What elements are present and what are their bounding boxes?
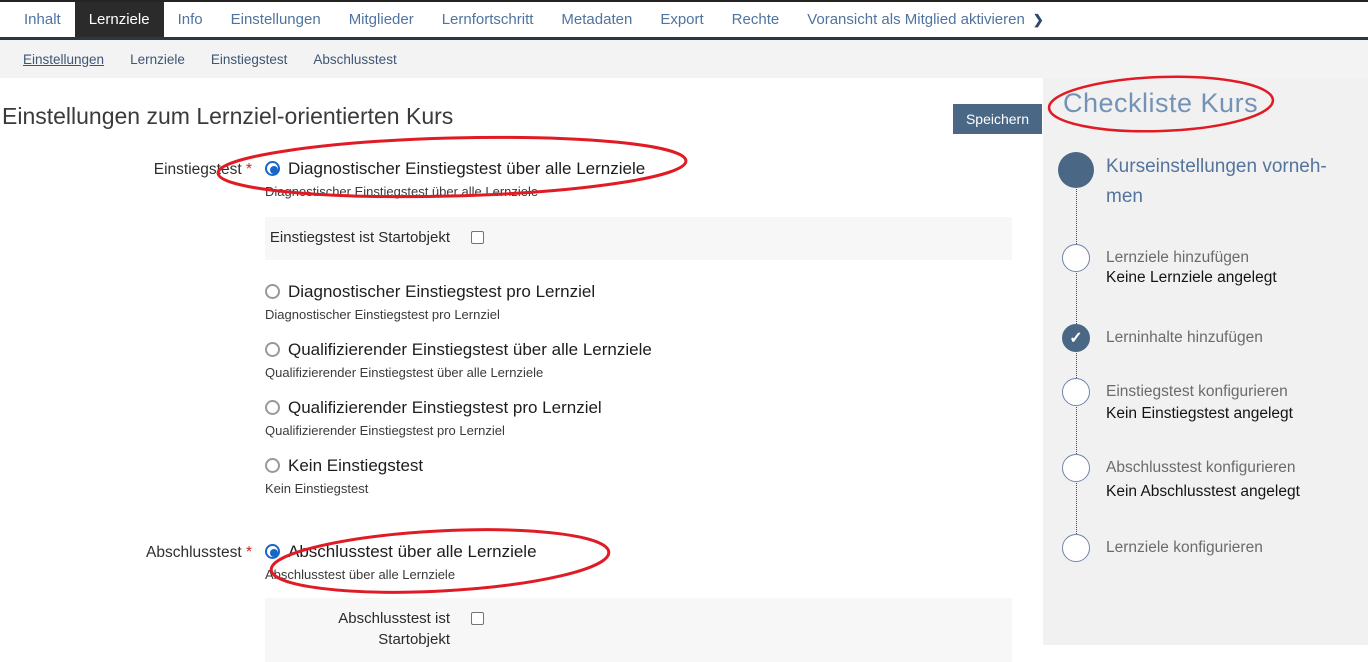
option-label[interactable]: Qualifizierender Einstiegstest pro Lernz… [288,398,602,418]
tab-rechte[interactable]: Rechte [718,2,794,37]
tab-mitglieder[interactable]: Mitglieder [335,2,428,37]
radio-option-head[interactable]: Diagnostischer Einstiegstest über alle L… [265,159,1043,179]
checklist-sidebar: Checkliste Kurs Kurseinstellungen vorneh… [1043,78,1368,645]
step-filled-circle-icon [1058,152,1094,188]
step-empty-circle-icon [1062,454,1090,482]
abschlusstest-label-text: Abschlusstest [146,544,242,561]
option-description: Kein Einstiegstest [265,481,1043,496]
radio-selected-icon[interactable] [265,544,280,559]
option-label[interactable]: Qualifizierender Einstiegstest über alle… [288,340,652,360]
startobjekt-label: Einstiegstest ist Startobjekt [265,227,450,248]
einstiegstest-label-text: Einstiegstest [154,161,242,178]
step-empty-circle-icon [1062,378,1090,406]
radio-selected-icon[interactable] [265,161,280,176]
checklist-status: Kein Einstiegstest angelegt [1106,404,1356,424]
radio-option-head[interactable]: Qualifizierender Einstiegstest pro Lernz… [265,398,1043,418]
radio-option-head[interactable]: Qualifizierender Einstiegstest über alle… [265,340,1043,360]
abschlusstest-row: Abschlusstest * Abschlusstest über alle … [0,542,1043,662]
option-label[interactable]: Kein Einstiegstest [288,456,423,476]
step-empty-circle-icon [1062,244,1090,272]
radio-icon[interactable] [265,342,280,357]
abschlusstest-label: Abschlusstest * [0,542,265,562]
radio-icon[interactable] [265,284,280,299]
checklist-item-lernziele-hinzufuegen[interactable]: Lernziele hinzufügen [1106,248,1356,268]
member-preview-label: Voransicht als Mitglied aktivieren [807,11,1025,28]
radio-option-head[interactable]: Abschlusstest über alle Lernziele [265,542,1043,562]
chevron-right-icon: ❯ [1033,12,1044,28]
secondary-tab-bar: Einstellungen Lernziele Einstiegstest Ab… [0,40,1368,78]
settings-form: Einstiegstest * Diagnostischer Einstiegs… [0,159,1043,662]
abschlusstest-startobjekt-panel: Abschlusstest ist Startobjekt [265,598,1012,662]
save-button[interactable]: Speichern [953,104,1042,134]
page-title: Einstellungen zum Lernziel-orientierten … [2,103,1043,131]
radio-icon[interactable] [265,458,280,473]
einstiegstest-startobjekt-panel: Einstiegstest ist Startobjekt [265,217,1012,260]
step-check-circle-icon: ✓ [1062,324,1090,352]
checklist-item-abschlusstest[interactable]: Abschlusstest konfigurieren [1106,458,1356,478]
tab-einstellungen[interactable]: Einstellungen [217,2,335,37]
subtab-einstellungen[interactable]: Einstellungen [10,52,117,67]
startobjekt-label: Abschlusstest ist Startobjekt [265,608,450,650]
tab-lernziele[interactable]: Lernziele [75,2,164,37]
einstiegstest-label: Einstiegstest * [0,159,265,179]
radio-option-qualifizierend-alle: Qualifizierender Einstiegstest über alle… [265,340,1043,380]
option-description: Qualifizierender Einstiegstest pro Lernz… [265,423,1043,438]
einstiegstest-options: Diagnostischer Einstiegstest über alle L… [265,159,1043,514]
main-tab-bar: Inhalt Lernziele Info Einstellungen Mitg… [0,0,1368,40]
option-label[interactable]: Abschlusstest über alle Lernziele [288,542,537,562]
radio-option-head[interactable]: Diagnostischer Einstiegstest pro Lernzie… [265,282,1043,302]
checklist-item-kurseinstellungen[interactable]: Kurseinstellungen vorneh-men [1106,152,1358,212]
radio-icon[interactable] [265,400,280,415]
tab-metadaten[interactable]: Metadaten [547,2,646,37]
radio-option-qualifizierend-pro: Qualifizierender Einstiegstest pro Lernz… [265,398,1043,438]
step-empty-circle-icon [1062,534,1090,562]
option-description: Diagnostischer Einstiegstest pro Lernzie… [265,307,1043,322]
radio-option-kein-einstiegstest: Kein Einstiegstest Kein Einstiegstest [265,456,1043,496]
checklist-status: Keine Lernziele angelegt [1106,268,1356,288]
option-description: Qualifizierender Einstiegstest über alle… [265,365,1043,380]
radio-option-diagnostisch-alle: Diagnostischer Einstiegstest über alle L… [265,159,1043,199]
option-description: Diagnostischer Einstiegstest über alle L… [265,184,1043,199]
option-description: Abschlusstest über alle Lernziele [265,567,1043,582]
einstiegstest-startobjekt-checkbox[interactable] [471,231,484,244]
subtab-lernziele[interactable]: Lernziele [117,52,198,67]
radio-option-abschlusstest-alle: Abschlusstest über alle Lernziele Abschl… [265,542,1043,582]
main-panel: Einstellungen zum Lernziel-orientierten … [0,78,1043,645]
option-label[interactable]: Diagnostischer Einstiegstest pro Lernzie… [288,282,595,302]
subtab-abschlusstest[interactable]: Abschlusstest [300,52,409,67]
radio-option-diagnostisch-pro: Diagnostischer Einstiegstest pro Lernzie… [265,282,1043,322]
tab-member-preview[interactable]: Voransicht als Mitglied aktivieren ❯ [793,2,1058,37]
subtab-einstiegstest[interactable]: Einstiegstest [198,52,301,67]
content-area: Einstellungen zum Lernziel-orientierten … [0,78,1368,645]
tab-export[interactable]: Export [646,2,717,37]
einstiegstest-row: Einstiegstest * Diagnostischer Einstiegs… [0,159,1043,514]
checklist-item-einstiegstest[interactable]: Einstiegstest konfigurieren [1106,382,1356,402]
checklist-connector-line [1076,170,1077,548]
radio-option-head[interactable]: Kein Einstiegstest [265,456,1043,476]
checklist-title: Checkliste Kurs [1063,88,1258,119]
required-asterisk: * [246,544,252,561]
tab-inhalt[interactable]: Inhalt [10,2,75,37]
tab-info[interactable]: Info [164,2,217,37]
checklist-item-lerninhalte[interactable]: Lerninhalte hinzufügen [1106,328,1356,348]
tab-lernfortschritt[interactable]: Lernfortschritt [428,2,548,37]
required-asterisk: * [246,161,252,178]
checklist-status: Kein Abschlusstest angelegt [1106,482,1356,502]
option-label[interactable]: Diagnostischer Einstiegstest über alle L… [288,159,645,179]
checklist-item-lernziele-konfigurieren[interactable]: Lernziele konfigurieren [1106,538,1356,558]
abschlusstest-options: Abschlusstest über alle Lernziele Abschl… [265,542,1043,662]
abschlusstest-startobjekt-checkbox[interactable] [471,612,484,625]
